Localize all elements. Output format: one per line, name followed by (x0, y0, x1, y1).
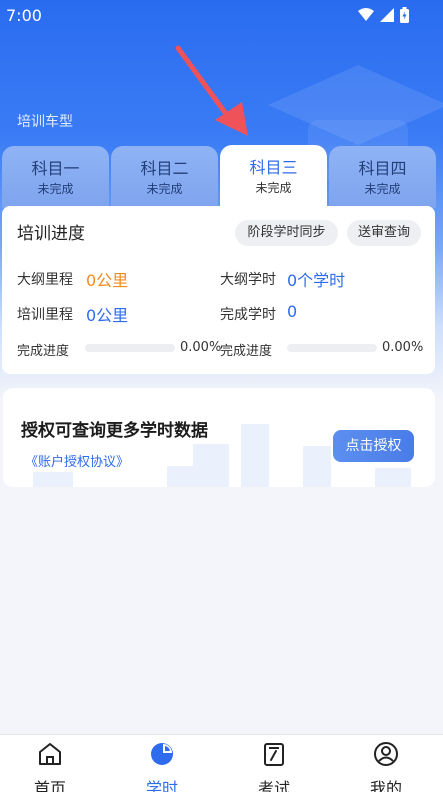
building-decoration (303, 446, 331, 487)
training-progress-card: 培训进度 阶段学时同步 送审查询 大纲里程 0公里 大纲学时 0个学时 培训里程… (2, 206, 435, 374)
progress-right-label: 完成进度 (220, 344, 273, 359)
authorize-button[interactable]: 点击授权 (333, 430, 414, 462)
training-mileage-value: 0公里 (86, 306, 129, 325)
bottom-nav: 首页 学时 考试 我的 (0, 734, 443, 792)
nav-item-mine[interactable]: 我的 (331, 741, 441, 792)
building-decoration (33, 472, 73, 487)
building-decoration (375, 468, 411, 487)
building-decoration (241, 424, 269, 487)
tab-subject-4[interactable]: 科目四 未完成 (329, 146, 436, 208)
status-time: 7:00 (6, 6, 42, 25)
nav-label: 考试 (257, 779, 290, 792)
signal-icon (380, 8, 394, 22)
nav-item-exam[interactable]: 考试 (219, 741, 329, 792)
training-mileage-label: 培训里程 (17, 307, 73, 323)
nav-label: 首页 (33, 779, 66, 792)
car-type-label: 培训车型 (17, 114, 73, 130)
nav-item-hours[interactable]: 学时 (107, 741, 217, 792)
battery-icon (400, 7, 409, 23)
outline-mileage-label: 大纲里程 (17, 272, 73, 288)
tab-name: 科目四 (358, 159, 407, 178)
tab-name: 科目一 (31, 159, 80, 178)
tab-subject-1[interactable]: 科目一 未完成 (2, 146, 109, 208)
outline-mileage-value: 0公里 (86, 271, 129, 290)
arrow-pointer-icon (175, 45, 248, 136)
nav-item-home[interactable]: 首页 (0, 741, 105, 792)
authorization-card: 授权可查询更多学时数据 《账户授权协议》 点击授权 (3, 388, 435, 487)
user-icon (374, 742, 398, 766)
progress-left-label: 完成进度 (17, 344, 70, 359)
tab-name: 科目二 (140, 159, 189, 178)
pie-chart-icon (151, 743, 173, 765)
review-query-button[interactable]: 送审查询 (347, 220, 421, 246)
account-agreement-link[interactable]: 《账户授权协议》 (25, 451, 129, 470)
progress-left-bar (85, 344, 175, 352)
subject-tabs: 科目一 未完成 科目二 未完成 科目三 未完成 科目四 未完成 (0, 145, 443, 209)
progress-right-percent: 0.00% (382, 340, 424, 355)
tab-status: 未完成 (255, 181, 292, 195)
progress-left-percent: 0.00% (180, 340, 222, 355)
tab-status: 未完成 (364, 182, 401, 196)
progress-title: 培训进度 (17, 224, 85, 244)
wifi-icon (358, 8, 374, 21)
status-icons (358, 7, 409, 23)
tab-subject-3[interactable]: 科目三 未完成 (220, 145, 327, 209)
status-bar: 7:00 (0, 0, 443, 30)
exam-icon (264, 743, 284, 766)
tab-name: 科目三 (249, 158, 298, 177)
home-icon (39, 743, 61, 765)
tab-status: 未完成 (146, 182, 183, 196)
building-decoration (193, 444, 229, 487)
outline-hours-label: 大纲学时 (220, 272, 276, 288)
nav-label: 我的 (369, 779, 402, 792)
completed-hours-label: 完成学时 (220, 307, 276, 323)
outline-hours-value: 0个学时 (287, 271, 346, 290)
tab-status: 未完成 (37, 182, 74, 196)
stage-hours-sync-button[interactable]: 阶段学时同步 (235, 220, 338, 246)
auth-title: 授权可查询更多学时数据 (21, 421, 208, 441)
nav-label: 学时 (145, 779, 178, 792)
tab-subject-2[interactable]: 科目二 未完成 (111, 146, 218, 208)
completed-hours-value: 0 (287, 302, 298, 321)
progress-right-bar (287, 344, 377, 352)
